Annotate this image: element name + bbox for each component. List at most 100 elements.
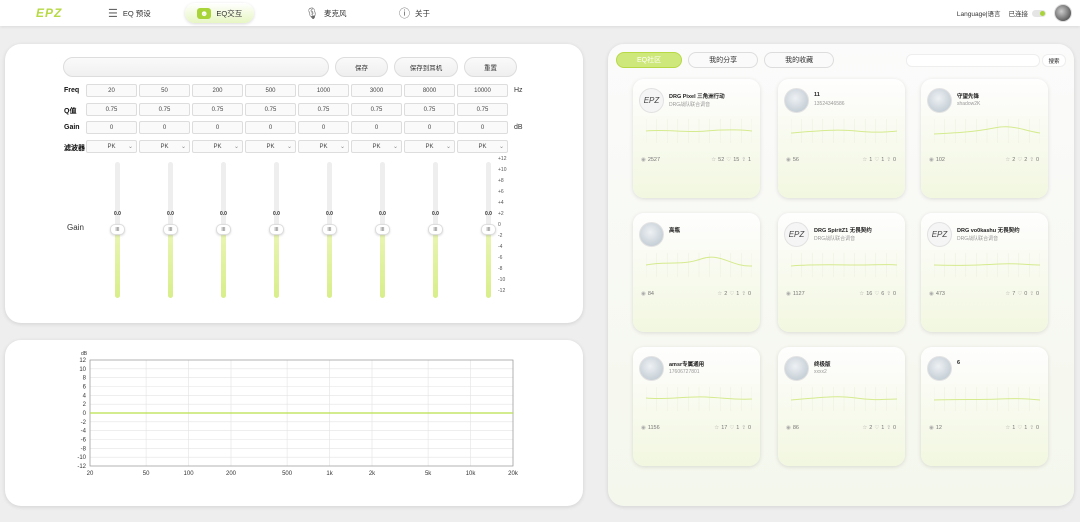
eq-share-card[interactable]: EPZ DRG vo0kashu 无畏契约 DRG战队联合调音 ◉ 473 ☆ 7 ♡ 0 ⇪ 0 [921,213,1048,332]
share-icon[interactable]: ⇪ [741,291,746,297]
filter-select-1[interactable]: PK ⌄ [86,140,137,153]
eq-share-card[interactable]: 11 13524346586 ◉ 56 ☆ 1 ♡ 1 ⇪ 0 [778,79,905,198]
slider-handle[interactable]: III [163,224,178,235]
share-icon[interactable]: ⇪ [886,291,891,297]
freq-cell-5[interactable]: 1000 [298,84,349,97]
heart-icon[interactable]: ♡ [729,291,734,297]
share-icon[interactable]: ⇪ [1029,291,1034,297]
freq-cell-2[interactable]: 50 [139,84,190,97]
tab-eq-community[interactable]: EQ社区 [616,52,683,68]
gain-cell-4[interactable]: 0 [245,121,296,134]
freq-cell-1[interactable]: 20 [86,84,137,97]
band-slider-5[interactable]: III 0.0 [322,162,337,298]
filter-select-2[interactable]: PK ⌄ [139,140,190,153]
slider-handle[interactable]: III [322,224,337,235]
band-slider-7[interactable]: III 0.0 [428,162,443,298]
share-icon[interactable]: ⇪ [741,425,746,431]
slider-handle[interactable]: III [110,224,125,235]
eq-share-card[interactable]: 守望先锋 shadow2K ◉ 102 ☆ 2 ♡ 2 ⇪ 0 [921,79,1048,198]
star-icon[interactable]: ☆ [1005,157,1010,163]
star-icon[interactable]: ☆ [862,157,867,163]
share-icon[interactable]: ⇪ [886,157,891,163]
band-slider-1[interactable]: III 0.0 [110,162,125,298]
freq-cell-3[interactable]: 200 [192,84,243,97]
share-icon[interactable]: ⇪ [1029,157,1034,163]
gain-cell-5[interactable]: 0 [298,121,349,134]
freq-cell-7[interactable]: 8000 [404,84,455,97]
filter-select-5[interactable]: PK ⌄ [298,140,349,153]
gain-cell-6[interactable]: 0 [351,121,402,134]
nav-eq-interact[interactable]: ☻ EQ交互 [185,3,255,23]
share-icon[interactable]: ⇪ [741,157,746,163]
nav-eq-presets[interactable]: ☰ EQ 预设 [108,3,151,23]
share-icon[interactable]: ⇪ [1029,425,1034,431]
heart-icon[interactable]: ♡ [874,157,879,163]
reset-button[interactable]: 重置 [464,57,517,77]
search-button[interactable]: 搜索 [1042,54,1066,67]
gain-cell-3[interactable]: 0 [192,121,243,134]
slider-handle[interactable]: III [375,224,390,235]
language-switch[interactable]: Language|语言 [957,8,1001,18]
freq-cell-4[interactable]: 500 [245,84,296,97]
band-slider-4[interactable]: III 0.0 [269,162,284,298]
star-icon[interactable]: ☆ [1005,291,1010,297]
q-cell-3[interactable]: 0.75 [192,103,243,116]
filter-select-8[interactable]: PK ⌄ [457,140,508,153]
slider-handle[interactable]: III [216,224,231,235]
q-cell-8[interactable]: 0.75 [457,103,508,116]
eq-share-card[interactable]: EPZ DRG Pixel 三角洲行动 DRG战队联合调音 ◉ 2527 ☆ 52 ♡ 15 ⇪ 1 [633,79,760,198]
q-cell-6[interactable]: 0.75 [351,103,402,116]
eq-share-card[interactable]: 终极版 xxxx2 ◉ 86 ☆ 2 ♡ 1 ⇪ 0 [778,347,905,466]
eq-share-card[interactable]: 6 ◉ 12 ☆ 1 ♡ 1 ⇪ 0 [921,347,1048,466]
eq-share-card[interactable]: EPZ DRG SpiritZ1 无畏契约 DRG战队联合调音 ◉ 1127 ☆ 16 ♡ 6 ⇪… [778,213,905,332]
tab-my-shares[interactable]: 我的分享 [688,52,759,68]
save-button[interactable]: 保存 [335,57,388,77]
connection-toggle[interactable] [1032,9,1046,17]
gain-cell-7[interactable]: 0 [404,121,455,134]
nav-about[interactable]: ⓘ 关于 [399,3,430,23]
q-cell-5[interactable]: 0.75 [298,103,349,116]
star-icon[interactable]: ☆ [862,425,867,431]
preset-name-input[interactable] [63,57,329,77]
heart-icon[interactable]: ♡ [874,425,879,431]
filter-select-6[interactable]: PK ⌄ [351,140,402,153]
band-slider-3[interactable]: III 0.0 [216,162,231,298]
band-slider-8[interactable]: III 0.0 [481,162,496,298]
freq-cell-6[interactable]: 3000 [351,84,402,97]
filter-select-7[interactable]: PK ⌄ [404,140,455,153]
heart-icon[interactable]: ♡ [1017,157,1022,163]
star-icon[interactable]: ☆ [711,157,716,163]
tab-my-favorites[interactable]: 我的收藏 [764,52,835,68]
filter-select-4[interactable]: PK ⌄ [245,140,296,153]
slider-handle[interactable]: III [269,224,284,235]
gain-cell-2[interactable]: 0 [139,121,190,134]
heart-icon[interactable]: ♡ [874,291,879,297]
star-icon[interactable]: ☆ [859,291,864,297]
save-to-device-button[interactable]: 保存到耳机 [394,57,458,77]
user-avatar[interactable] [1054,4,1072,22]
share-icon[interactable]: ⇪ [886,425,891,431]
eq-share-card[interactable]: amsr专属通用 17606727801 ◉ 1156 ☆ 17 ♡ 1 ⇪ 0 [633,347,760,466]
nav-microphone[interactable]: 🎙 麦克风 [305,3,346,23]
q-cell-2[interactable]: 0.75 [139,103,190,116]
star-icon[interactable]: ☆ [1005,425,1010,431]
band-slider-2[interactable]: III 0.0 [163,162,178,298]
star-icon[interactable]: ☆ [714,425,719,431]
heart-icon[interactable]: ♡ [1017,425,1022,431]
freq-cell-8[interactable]: 10000 [457,84,508,97]
heart-icon[interactable]: ♡ [729,425,734,431]
heart-icon[interactable]: ♡ [1017,291,1022,297]
eq-share-card[interactable]: 高瓶 ◉ 84 ☆ 2 ♡ 1 ⇪ 0 [633,213,760,332]
gain-cell-1[interactable]: 0 [86,121,137,134]
gain-cell-8[interactable]: 0 [457,121,508,134]
slider-handle[interactable]: III [428,224,443,235]
q-cell-7[interactable]: 0.75 [404,103,455,116]
search-input[interactable] [906,54,1040,67]
filter-select-3[interactable]: PK ⌄ [192,140,243,153]
q-cell-4[interactable]: 0.75 [245,103,296,116]
heart-icon[interactable]: ♡ [726,157,731,163]
q-cell-1[interactable]: 0.75 [86,103,137,116]
slider-handle[interactable]: III [481,224,496,235]
star-icon[interactable]: ☆ [717,291,722,297]
band-slider-6[interactable]: III 0.0 [375,162,390,298]
